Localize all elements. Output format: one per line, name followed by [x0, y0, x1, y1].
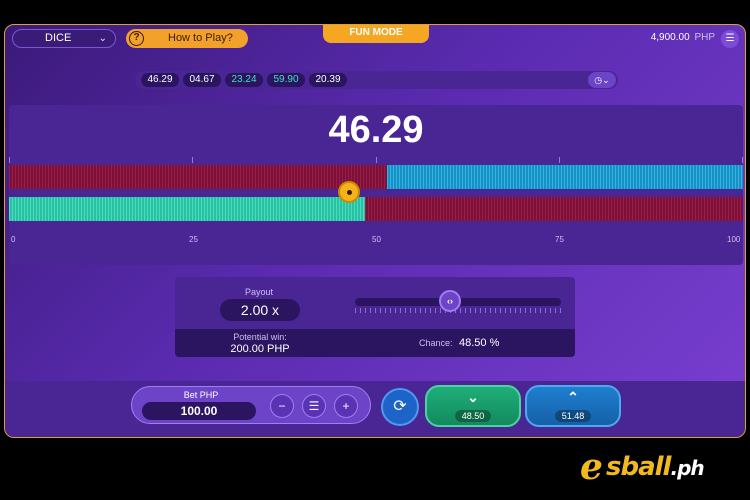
result-value: 46.29	[328, 109, 424, 151]
axis-label: 75	[555, 235, 564, 244]
bet-label: Bet PHP	[183, 390, 219, 400]
payout-slider-ticks	[355, 308, 561, 313]
coin-stack-button[interactable]: ☰	[302, 394, 326, 418]
under-bar	[9, 197, 743, 221]
balance-display: 4,900.00 PHP	[651, 32, 715, 43]
minus-icon: −	[278, 399, 286, 413]
logo-e-glyph: e	[580, 446, 603, 488]
axis-tickmark	[192, 157, 193, 163]
bet-amount-box: Bet PHP 100.00 − ☰ +	[131, 386, 371, 424]
history-chip: 46.29	[141, 73, 179, 87]
result-panel: 46.29 0 25 50 75 100	[9, 105, 743, 265]
axis-label: 25	[189, 235, 198, 244]
history-chip: 20.39	[309, 73, 347, 87]
balance-currency: PHP	[694, 32, 715, 43]
esball-watermark-logo: e sball.ph	[580, 446, 730, 490]
history-chip: 23.24	[225, 73, 263, 87]
bet-amount-input[interactable]: 100.00	[142, 402, 256, 420]
game-window: DICE ⌄ ? How to Play? FUN MODE 4,900.00 …	[4, 24, 746, 438]
fun-mode-badge: FUN MODE	[323, 25, 429, 43]
over-losing-segment	[9, 165, 387, 189]
axis-label: 0	[11, 235, 16, 244]
payout-slider-handle[interactable]: ‹›	[439, 290, 461, 312]
how-to-play-label: How to Play?	[168, 32, 233, 44]
potential-win-label: Potential win:	[233, 332, 287, 342]
auto-play-button[interactable]: ⟳	[381, 388, 419, 426]
increase-bet-button[interactable]: +	[334, 394, 358, 418]
over-value: 51.48	[555, 410, 591, 422]
result-marker	[338, 181, 360, 203]
chevron-up-icon: ⌃	[567, 389, 579, 405]
chevron-down-icon: ⌄	[467, 389, 479, 405]
axis-tickmark	[559, 157, 560, 163]
over-winning-segment	[387, 165, 743, 189]
history-chip: 59.90	[267, 73, 305, 87]
axis-tickmark	[376, 157, 377, 163]
coin-stack-icon: ☰	[308, 399, 320, 413]
axis-tickmark	[9, 157, 10, 163]
axis-label: 50	[372, 235, 381, 244]
refresh-icon: ⟳	[393, 398, 407, 415]
potential-win-value: 200.00 PHP	[230, 343, 290, 355]
plus-icon: +	[342, 399, 350, 413]
payout-label: Payout	[244, 287, 274, 297]
payout-panel: Payout 2.00 x ‹› Potential win: 200.00 P…	[175, 277, 575, 357]
chance-label: Chance:	[419, 338, 453, 348]
history-clock-icon: ◷⌄	[594, 75, 610, 85]
result-history: 46.29 04.67 23.24 59.90 20.39 ◷⌄	[135, 71, 618, 89]
game-select-label: DICE	[45, 32, 72, 44]
top-bar: DICE ⌄ ? How to Play? FUN MODE 4,900.00 …	[5, 25, 745, 51]
payout-input[interactable]: 2.00 x	[220, 299, 300, 321]
how-to-play-button[interactable]: ? How to Play?	[126, 29, 248, 48]
decrease-bet-button[interactable]: −	[270, 394, 294, 418]
hamburger-icon: ☰	[725, 33, 735, 44]
chevron-down-icon: ⌄	[98, 33, 107, 44]
question-icon: ?	[129, 31, 144, 46]
history-toggle-button[interactable]: ◷⌄	[588, 72, 616, 88]
under-winning-segment	[9, 197, 365, 221]
axis-label: 100	[727, 235, 741, 244]
under-value: 48.50	[455, 410, 491, 422]
bet-under-button[interactable]: ⌄ 48.50	[425, 385, 521, 427]
history-chip: 04.67	[183, 73, 221, 87]
drag-arrows-icon: ‹›	[447, 296, 453, 306]
menu-button[interactable]: ☰	[721, 30, 739, 48]
under-losing-segment	[365, 197, 743, 221]
bet-controls-bar: Bet PHP 100.00 − ☰ + ⟳ ⌄ 48.50 ⌃ 51.48	[5, 381, 745, 437]
game-select-dropdown[interactable]: DICE ⌄	[12, 29, 116, 48]
logo-wordmark: sball.ph	[606, 452, 705, 482]
bet-over-button[interactable]: ⌃ 51.48	[525, 385, 621, 427]
payout-info-row: Potential win: 200.00 PHP Chance: 48.50 …	[175, 329, 575, 357]
axis-tickmark	[742, 157, 743, 163]
chance-value: 48.50 %	[459, 337, 500, 349]
over-bar	[9, 165, 743, 189]
balance-amount: 4,900.00	[650, 32, 690, 43]
